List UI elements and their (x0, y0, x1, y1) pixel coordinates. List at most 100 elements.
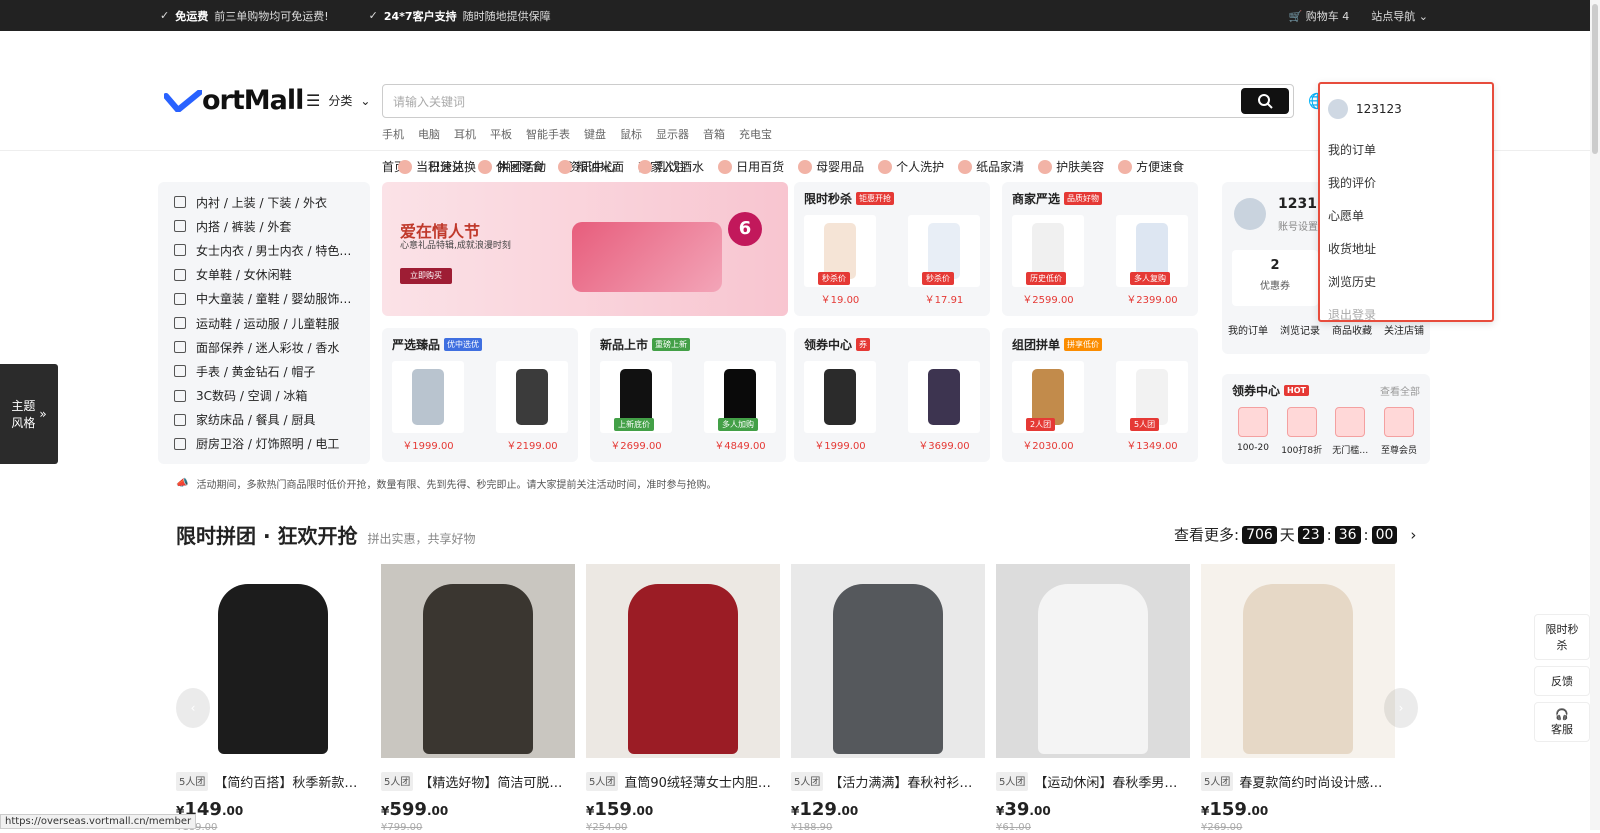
card-product[interactable]: ￥1999.00 (804, 361, 876, 452)
dropdown-history[interactable]: 浏览历史 (1328, 266, 1484, 299)
category-label: 面部保养 / 迷人彩妆 / 香水 (196, 340, 340, 355)
promo-banner[interactable]: 爱在情人节 心意礼品特辑,成就浪漫时刻 立即购买 6 (382, 182, 788, 316)
side-feedback-button[interactable]: 反馈 (1534, 666, 1590, 696)
coupon-item[interactable]: 无门槛… (1329, 407, 1371, 456)
dropdown-my-orders[interactable]: 我的订单 (1328, 134, 1484, 167)
hotword-link[interactable]: 手机 (382, 126, 404, 142)
card-product[interactable]: ￥2199.00 (496, 361, 568, 452)
category-row[interactable]: 女士内衣 / 男士内衣 / 特色… (158, 238, 370, 262)
category-row[interactable]: 内衬 / 上装 / 下装 / 外衣 (158, 190, 370, 214)
dropdown-logout[interactable]: 退出登录 (1328, 299, 1484, 320)
scrollbar[interactable] (1590, 0, 1600, 830)
category-row[interactable]: 运动鞋 / 运动服 / 儿童鞋服 (158, 311, 370, 335)
card-title: 新品上市 重磅上新 (600, 336, 776, 353)
banner-buy-button[interactable]: 立即购买 (400, 268, 452, 284)
card-product[interactable]: 5人团 ￥1349.00 (1116, 361, 1188, 452)
chip-item[interactable]: 方便速食 (1118, 158, 1184, 175)
dropdown-user[interactable]: 123123 (1328, 94, 1484, 124)
original-price: ¥189.00 (176, 822, 370, 833)
hotword-link[interactable]: 鼠标 (620, 126, 642, 142)
hotword-link[interactable]: 智能手表 (526, 126, 570, 142)
coupon-item[interactable]: 至尊会员 (1378, 407, 1420, 456)
product-shape (928, 369, 960, 425)
category-row[interactable]: 内搭 / 裤装 / 外套 (158, 214, 370, 238)
dropdown-address[interactable]: 收货地址 (1328, 233, 1484, 266)
carousel-prev-button[interactable]: ‹ (176, 688, 210, 728)
card-product[interactable]: 多人复购 ￥2399.00 (1116, 215, 1188, 306)
card-product[interactable]: ￥3699.00 (908, 361, 980, 452)
chip-item[interactable]: 休闲零食 (478, 158, 544, 175)
category-row[interactable]: 家纺床品 / 餐具 / 厨具 (158, 408, 370, 432)
hotword-link[interactable]: 耳机 (454, 126, 476, 142)
dropdown-wishlist[interactable]: 心愿单 (1328, 200, 1484, 233)
card-product[interactable]: 秒杀价 ￥17.91 (908, 215, 980, 306)
category-button[interactable]: ☰ 分类 ⌄ (306, 91, 370, 110)
chip-item[interactable]: 日用百货 (718, 158, 784, 175)
chip-item[interactable]: 护肤美容 (1038, 158, 1104, 175)
account-settings-link[interactable]: 账号设置 (1278, 218, 1318, 233)
chip-item[interactable]: 纸品家清 (958, 158, 1024, 175)
goods-card[interactable]: 5人团 直筒90绒轻薄女士内胆… ¥159.00 ¥254.00 (586, 564, 780, 833)
card-product[interactable]: 2人团 ￥2030.00 (1012, 361, 1084, 452)
chip-item[interactable]: 母婴用品 (798, 158, 864, 175)
goods-card[interactable]: 5人团 【活力满满】春秋衬衫… ¥129.00 ¥188.90 (791, 564, 985, 833)
feature-card[interactable]: 限时秒杀 钜惠开抢 秒杀价 ￥19.00 秒杀价 ￥17.91 (794, 182, 990, 316)
category-row[interactable]: 面部保养 / 迷人彩妆 / 香水 (158, 335, 370, 359)
card-product[interactable]: 多人加购 ￥4849.00 (704, 361, 776, 452)
feature-card[interactable]: 严选臻品 优中选优 ￥1999.00 ￥2199.00 (382, 328, 578, 462)
chip-item[interactable]: 乳饮酒水 (638, 158, 704, 175)
dropdown-my-reviews[interactable]: 我的评价 (1328, 167, 1484, 200)
feature-card[interactable]: 商家严选 品质好物 历史低价 ￥2599.00 多人复购 ￥2399.00 (1002, 182, 1198, 316)
goods-card[interactable]: 5人团 【运动休闲】春秋季男… ¥39.00 ¥61.00 (996, 564, 1190, 833)
coupon-stat[interactable]: 2 优惠券 (1232, 250, 1318, 306)
product-shape (620, 369, 652, 425)
view-more-label[interactable]: 查看更多: (1174, 524, 1239, 545)
logo[interactable]: ortMall (164, 85, 304, 116)
hotword-link[interactable]: 平板 (490, 126, 512, 142)
category-row[interactable]: 手表 / 黄金钻石 / 帽子 (158, 359, 370, 383)
product-label: 2人团 (1026, 418, 1056, 431)
hotword-link[interactable]: 电脑 (418, 126, 440, 142)
product-price: ￥19.00 (820, 295, 860, 306)
card-product[interactable]: 历史低价 ￥2599.00 (1012, 215, 1084, 306)
search-button[interactable] (1241, 88, 1289, 114)
goods-card[interactable]: 5人团 【精选好物】简洁可脱… ¥599.00 ¥799.00 (381, 564, 575, 833)
hotword-link[interactable]: 音箱 (703, 126, 725, 142)
category-row[interactable]: 厨房卫浴 / 灯饰照明 / 电工 (158, 432, 370, 456)
user-quick-link[interactable]: 浏览记录 (1280, 322, 1320, 337)
card-product[interactable]: 上新底价 ￥2699.00 (600, 361, 672, 452)
hotword-link[interactable]: 键盘 (584, 126, 606, 142)
user-quick-link[interactable]: 关注店铺 (1384, 322, 1424, 337)
chip-item[interactable]: 粮油米面 (558, 158, 624, 175)
carousel-next-button[interactable]: › (1384, 688, 1418, 728)
theme-style-button[interactable]: 主题 风格» (0, 364, 58, 464)
side-service-button[interactable]: 🎧 客服 (1534, 702, 1590, 742)
chevron-right-icon[interactable]: › (1410, 526, 1416, 544)
category-row[interactable]: 女单鞋 / 女休闲鞋 (158, 263, 370, 287)
category-row[interactable]: 3C数码 / 空调 / 冰箱 (158, 384, 370, 408)
product-image: 2人团 (1012, 361, 1084, 433)
chip-item[interactable]: 当日速达 (398, 158, 464, 175)
user-quick-link[interactable]: 我的订单 (1228, 322, 1268, 337)
hotword-link[interactable]: 显示器 (656, 126, 689, 142)
search-input[interactable]: 请输入关键词 (382, 84, 1294, 118)
feature-card[interactable]: 组团拼单 拼享低价 2人团 ￥2030.00 5人团 ￥1349.00 (1002, 328, 1198, 462)
side-seckill-button[interactable]: 限时秒杀 (1534, 614, 1590, 660)
group-size-tag: 5人团 (791, 772, 824, 791)
coupon-item[interactable]: 100-20 (1232, 407, 1274, 456)
feature-card[interactable]: 领券中心券 ￥1999.00 ￥3699.00 (794, 328, 990, 462)
site-nav-link[interactable]: 站点导航 ⌄ (1371, 8, 1428, 24)
category-row[interactable]: 中大童装 / 童鞋 / 婴幼服饰… (158, 287, 370, 311)
card-product[interactable]: 秒杀价 ￥19.00 (804, 215, 876, 306)
user-quick-link[interactable]: 商品收藏 (1332, 322, 1372, 337)
hotword-link[interactable]: 充电宝 (739, 126, 772, 142)
coupon-item[interactable]: 100打8折 (1281, 407, 1323, 456)
chip-item[interactable]: 个人洗护 (878, 158, 944, 175)
product-price: ￥2030.00 (1022, 441, 1074, 452)
cart-link[interactable]: 🛒 购物车 4 (1289, 8, 1350, 24)
view-all-link[interactable]: 查看全部 (1380, 383, 1420, 398)
feature-card[interactable]: 新品上市 重磅上新上新底价 ￥2699.00 多人加购 ￥4849.00 (590, 328, 786, 462)
product-image (804, 361, 876, 433)
goods-card[interactable]: 5人团 春夏款简约时尚设计感… ¥159.00 ¥269.00 (1201, 564, 1395, 833)
card-product[interactable]: ￥1999.00 (392, 361, 464, 452)
